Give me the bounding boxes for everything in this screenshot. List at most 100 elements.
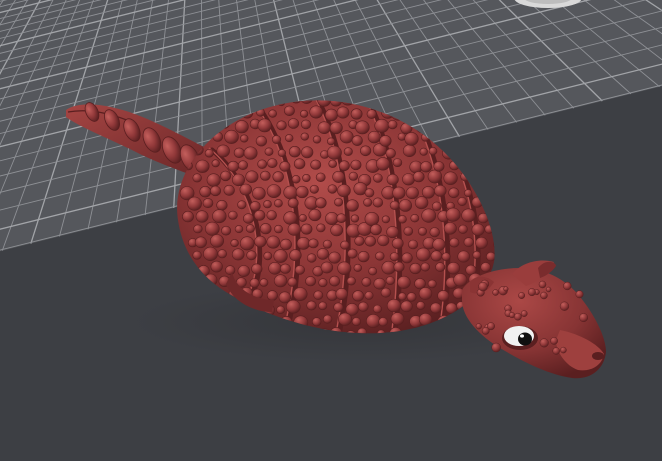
shell-bump [357,251,370,263]
shell-bump [204,273,218,287]
shell-bump [501,252,509,260]
shell-bump [363,198,373,207]
shell-bump [264,147,274,156]
shell-bump [234,120,249,134]
head-bump [560,346,567,354]
shell-bump [287,118,300,129]
shell-bump [195,159,210,173]
shell-bump [227,160,240,172]
shell-bump [429,302,442,314]
shell-bump [471,196,483,208]
shell-bump [268,261,282,275]
shell-bump [480,262,492,273]
shell-bump [296,236,311,250]
shell-bump [259,223,272,235]
shell-bump [386,173,399,186]
shell-bump [295,185,309,199]
shell-bump [464,189,473,197]
shell-bump [202,198,214,209]
shell-bump [369,224,382,236]
shell-bump [457,250,471,263]
shell-bump [249,278,260,288]
head-bump [538,280,547,289]
shell-bump [418,287,433,300]
shell-bump [312,317,322,327]
head-bump [520,310,528,317]
shell-bump [316,248,330,260]
shell-bump [477,158,492,172]
shell-bump [392,186,406,200]
shell-bump [257,159,268,169]
shell-bump [397,275,411,289]
shell-bump [353,263,362,272]
shell-bump [357,301,369,312]
shell-bump [340,240,350,250]
shell-bump [474,171,483,180]
shell-bump [434,184,447,197]
shell-bump [475,236,488,249]
shell-bump [467,135,476,145]
shell-bump [293,158,306,170]
shell-bump [320,261,334,274]
shell-bump [390,312,405,326]
shell-bump [402,144,417,157]
shell-bump [322,239,333,249]
shell-bump [195,210,209,223]
shell-bump [337,312,352,326]
shell-bump [309,184,319,194]
shell-bump [249,201,261,212]
head-bump [550,337,558,345]
shell-bump [409,262,422,275]
shell-bump [306,300,317,311]
shell-bump [499,144,513,157]
shell-bump [203,246,218,261]
head-bump [539,338,549,348]
shell-bump [381,215,391,224]
shell-bump [204,148,214,158]
shell-bump [479,131,494,146]
shell-bump [283,105,295,117]
shell-bump [435,262,446,272]
shell-bump [186,263,197,274]
shell-bump [391,237,404,249]
viewport-scene[interactable] [0,0,662,461]
shell-bump [272,171,284,183]
shell-bump [268,109,278,118]
shell-bump [291,175,301,184]
shell-bump [433,161,445,172]
shell-bump [315,172,326,183]
shell-bump [348,171,359,181]
shell-bump [419,147,428,156]
shell-bump [385,276,395,285]
shell-bump [274,224,283,234]
shell-bump [313,290,324,300]
shell-bump [192,173,202,183]
head-bump [508,312,516,319]
head-bump [481,327,490,335]
shell-bump [279,263,291,274]
shell-bump [445,207,461,222]
shell-bump [224,129,239,144]
armadillo-model-icon[interactable] [66,92,606,379]
shell-bump [206,173,221,187]
head-bump [491,342,501,353]
shell-bump [379,135,392,147]
shell-bump [315,197,327,209]
shell-bump [429,227,440,238]
head-bump [579,313,589,323]
shell-bump [485,171,495,180]
shell-bump [336,106,350,119]
shell-bump [317,121,331,134]
shell-bump [478,186,489,196]
shell-bump [217,249,228,259]
shell-bump [259,278,269,287]
shell-bump [471,223,485,236]
model-eye [502,326,538,350]
shell-bump [192,250,202,260]
shell-bump [326,145,342,160]
shell-bump [210,234,225,248]
3d-viewport[interactable] [0,0,662,461]
shell-bump [263,200,272,209]
shell-bump [330,224,344,237]
shell-bump [266,184,282,198]
